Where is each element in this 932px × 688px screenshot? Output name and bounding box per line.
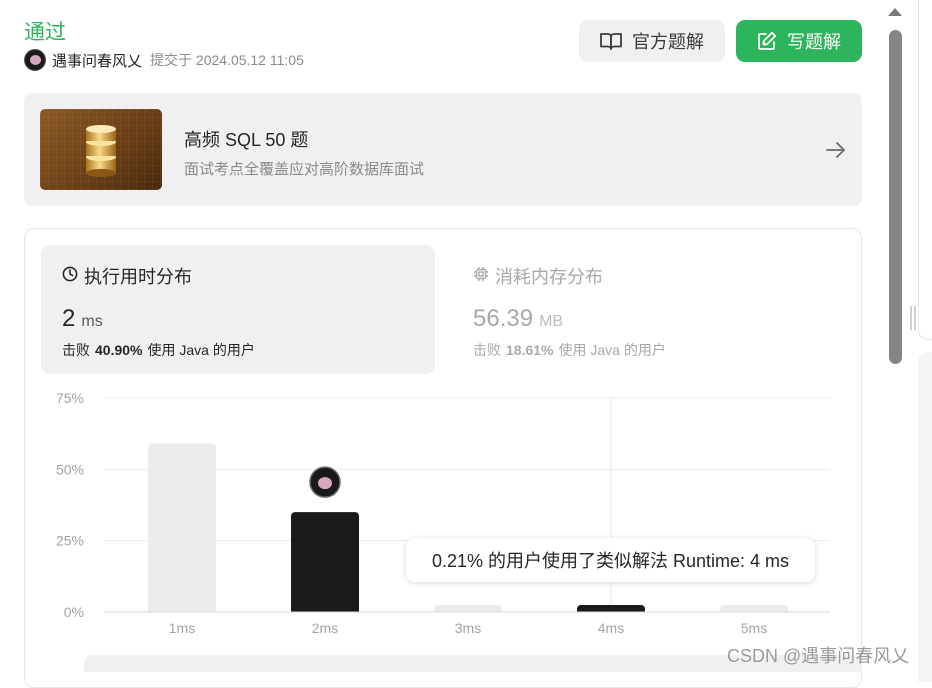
memory-tab[interactable]: 消耗内存分布 xyxy=(473,263,603,289)
memory-value: 56.39 MB xyxy=(473,305,563,333)
username[interactable]: 遇事问春风乂 xyxy=(52,50,142,71)
memory-beat-prefix: 击败 xyxy=(473,342,501,358)
watermark: CSDN @遇事问春风乂 xyxy=(727,646,910,666)
bar-2ms[interactable] xyxy=(291,512,359,616)
book-icon xyxy=(600,32,622,50)
user-avatar-marker-face xyxy=(318,477,332,490)
write-solution-label: 写题解 xyxy=(787,32,841,52)
memory-unit: MB xyxy=(539,313,564,330)
avatar[interactable] xyxy=(24,49,46,71)
edit-icon xyxy=(757,31,777,51)
runtime-unit: ms xyxy=(81,313,103,330)
runtime-beat-suffix: 使用 Java 的用户 xyxy=(147,342,255,358)
runtime-title: 执行用时分布 xyxy=(62,263,192,289)
runtime-beat-prefix: 击败 xyxy=(62,342,90,358)
submitted-time: 提交于 2024.05.12 11:05 xyxy=(150,52,304,68)
write-solution-button[interactable]: 写题解 xyxy=(736,20,862,62)
submission-status: 通过 xyxy=(24,21,66,44)
memory-beat-percent: 18.61% xyxy=(506,342,554,358)
x-tick-label: 1ms xyxy=(169,620,195,636)
scroll-up-arrow-icon[interactable] xyxy=(888,8,902,16)
y-tick-label: 50% xyxy=(56,461,84,477)
side-panel xyxy=(918,0,932,340)
official-solution-label: 官方题解 xyxy=(632,32,704,52)
panel-resize-handle[interactable] xyxy=(910,306,912,330)
memory-number: 56.39 xyxy=(473,305,534,332)
runtime-distribution-chart[interactable]: 0% 25% 50% 75% 1ms 2ms 3ms 4ms 5ms xyxy=(40,385,840,640)
clock-icon xyxy=(62,266,78,287)
official-solution-button[interactable]: 官方题解 xyxy=(579,20,725,62)
memory-title-label: 消耗内存分布 xyxy=(495,267,603,287)
runtime-beat: 击败 40.90% 使用 Java 的用户 xyxy=(62,340,255,360)
x-tick-label: 5ms xyxy=(741,620,767,636)
y-tick-label: 0% xyxy=(64,604,84,620)
chart-tooltip: 0.21% 的用户使用了类似解法 Runtime: 4 ms xyxy=(406,538,815,582)
side-panel-lower xyxy=(918,352,932,682)
banner-subtitle: 面试考点全覆盖应对高阶数据库面试 xyxy=(184,161,425,178)
x-tick-label: 2ms xyxy=(312,620,338,636)
scrollbar-thumb[interactable] xyxy=(889,30,902,364)
database-thumbnail xyxy=(40,109,162,190)
runtime-value: 2 ms xyxy=(62,305,103,333)
memory-beat-suffix: 使用 Java 的用户 xyxy=(558,342,666,358)
runtime-title-label: 执行用时分布 xyxy=(84,267,192,287)
database-icon xyxy=(86,125,116,177)
y-tick-label: 75% xyxy=(56,390,84,406)
x-tick-label: 4ms xyxy=(598,620,624,636)
memory-beat: 击败 18.61% 使用 Java 的用户 xyxy=(473,340,666,360)
y-tick-label: 25% xyxy=(56,533,84,549)
runtime-number: 2 xyxy=(62,305,76,332)
arrow-right-icon[interactable] xyxy=(825,139,847,166)
runtime-beat-percent: 40.90% xyxy=(95,342,143,358)
bar-1ms[interactable] xyxy=(148,443,216,616)
baseline-mask xyxy=(104,612,830,619)
x-tick-label: 3ms xyxy=(455,620,481,636)
banner-title[interactable]: 高频 SQL 50 题 xyxy=(184,126,308,152)
submission-meta: 遇事问春风乂 提交于 2024.05.12 11:05 xyxy=(24,49,304,71)
chip-icon xyxy=(473,266,489,287)
